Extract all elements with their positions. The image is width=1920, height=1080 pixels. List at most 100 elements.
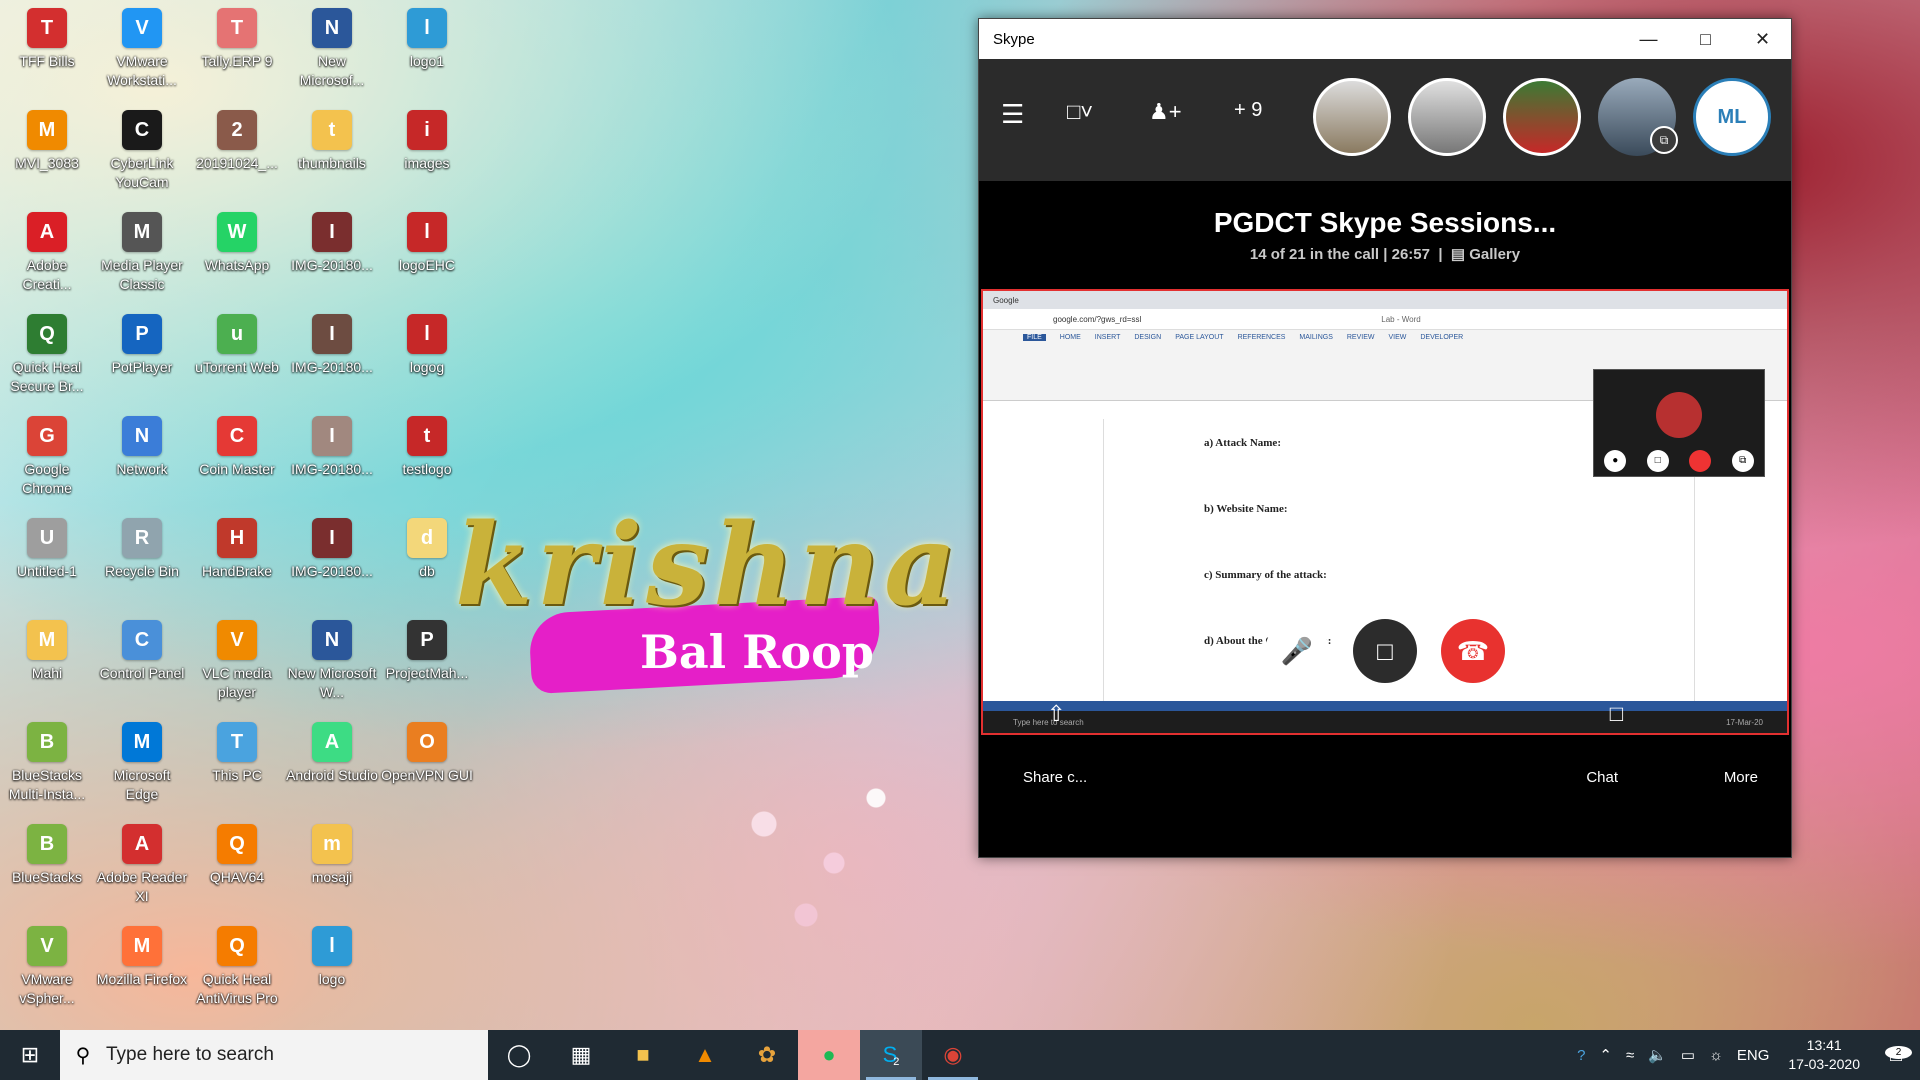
share-button[interactable]: Share c... — [1023, 769, 1087, 786]
share-icon[interactable]: ⇧ — [1047, 701, 1065, 727]
desktop-icon[interactable]: T This PC — [191, 718, 283, 814]
desktop-icon[interactable]: I IMG-20180... — [286, 310, 378, 406]
start-button[interactable]: ⊞ — [0, 1030, 60, 1080]
screen-layout-icon[interactable]: □˅ — [1067, 99, 1093, 125]
view-mode-label[interactable]: Gallery — [1469, 246, 1520, 263]
desktop-icon[interactable]: u uTorrent Web — [191, 310, 283, 406]
desktop-icon[interactable]: l logoEHC — [381, 208, 473, 304]
desktop-icon[interactable]: t testlogo — [381, 412, 473, 508]
desktop-icon[interactable]: Q Quick Heal Secure Br... — [1, 310, 93, 406]
pip-end-call-icon[interactable] — [1689, 450, 1712, 472]
chrome-taskbar-button[interactable]: ◉ — [922, 1030, 984, 1080]
participant-initials-avatar[interactable]: ML — [1693, 78, 1771, 156]
maximize-icon[interactable]: □ — [1677, 19, 1734, 59]
desktop-icon[interactable]: V VMware Workstati... — [96, 4, 188, 100]
battery-icon[interactable]: ▭ — [1674, 1046, 1702, 1064]
desktop-icon[interactable]: M Mozilla Firefox — [96, 922, 188, 1018]
desktop-icon[interactable]: U Untitled-1 — [1, 514, 93, 610]
app-taskbar-button[interactable]: ✿ — [736, 1030, 798, 1080]
participant-avatar[interactable] — [1408, 78, 1486, 156]
desktop-icon[interactable]: M MVI_3083 — [1, 106, 93, 202]
clock[interactable]: 13:41 17-03-2020 — [1776, 1036, 1872, 1074]
switch-camera-icon[interactable]: ⧉ — [1650, 126, 1678, 154]
action-center-button[interactable]: □ 2 — [1872, 1044, 1920, 1067]
skype-taskbar-button[interactable]: S 2 — [860, 1030, 922, 1080]
spotify-taskbar-button[interactable]: ● — [798, 1030, 860, 1080]
volume-icon[interactable]: 🔈 — [1641, 1046, 1674, 1064]
skype-window[interactable]: Skype — □ ✕ ☰ □˅ ♟+ + 9 ⧉ ML PGDCT Skype… — [978, 18, 1792, 858]
desktop-icon[interactable]: m mosaji — [286, 820, 378, 916]
wifi-icon[interactable]: ≈ — [1619, 1047, 1641, 1064]
desktop-icon[interactable]: 2 20191024_... — [191, 106, 283, 202]
chat-button[interactable]: Chat — [1586, 769, 1618, 786]
more-button[interactable]: More — [1724, 769, 1758, 786]
chrome-icon: G — [27, 416, 67, 456]
close-icon[interactable]: ✕ — [1734, 19, 1791, 59]
desktop-icon[interactable]: M Microsoft Edge — [96, 718, 188, 814]
desktop-icon[interactable]: l logog — [381, 310, 473, 406]
desktop-icon[interactable]: Q Quick Heal AntiVirus Pro — [191, 922, 283, 1018]
desktop-icon[interactable]: d db — [381, 514, 473, 610]
desktop-icon[interactable]: Q QHAV64 — [191, 820, 283, 916]
desktop-icon[interactable]: l logo — [286, 922, 378, 1018]
desktop-icon[interactable]: i images — [381, 106, 473, 202]
desktop-icon[interactable]: M Media Player Classic — [96, 208, 188, 304]
desktop-icon[interactable]: C CyberLink YouCam — [96, 106, 188, 202]
desktop-icon[interactable]: W WhatsApp — [191, 208, 283, 304]
desktop-icon[interactable]: G Google Chrome — [1, 412, 93, 508]
desktop-icon[interactable]: N Network — [96, 412, 188, 508]
desktop-icon[interactable]: I IMG-20180... — [286, 208, 378, 304]
desktop-icon[interactable]: I IMG-20180... — [286, 514, 378, 610]
help-icon[interactable]: ? — [1570, 1047, 1592, 1064]
end-call-button[interactable]: ☎ — [1441, 619, 1505, 683]
chevron-up-icon[interactable]: ⌃ — [1592, 1046, 1619, 1064]
desktop-icon[interactable]: B BlueStacks — [1, 820, 93, 916]
microphone-button[interactable]: 🎤 — [1265, 619, 1329, 683]
gallery-icon[interactable]: ▤ — [1451, 246, 1465, 263]
taskbar-search-box[interactable]: ⚲ Type here to search — [60, 1030, 488, 1080]
pip-camera-icon[interactable]: □ — [1646, 450, 1669, 472]
desktop-icon[interactable]: V VLC media player — [191, 616, 283, 712]
desktop-icon-label: Google Chrome — [22, 461, 72, 496]
desktop-icon[interactable]: P ProjectMah... — [381, 616, 473, 712]
desktop-icon[interactable]: I IMG-20180... — [286, 412, 378, 508]
desktop-icon[interactable]: t thumbnails — [286, 106, 378, 202]
desktop-icon[interactable]: T Tally.ERP 9 — [191, 4, 283, 100]
cortana-button[interactable]: ◯ — [488, 1030, 550, 1080]
minimize-icon[interactable]: — — [1620, 19, 1677, 59]
desktop-icon[interactable]: C Control Panel — [96, 616, 188, 712]
desktop-icon[interactable]: l logo1 — [381, 4, 473, 100]
file-explorer-button[interactable]: ■ — [612, 1030, 674, 1080]
skype-titlebar[interactable]: Skype — □ ✕ — [979, 19, 1791, 59]
desktop-icon[interactable]: R Recycle Bin — [96, 514, 188, 610]
hamburger-menu-icon[interactable]: ☰ — [1001, 99, 1024, 130]
desktop-icon[interactable]: N New Microsof... — [286, 4, 378, 100]
desktop-icon[interactable]: H HandBrake — [191, 514, 283, 610]
desktop-icon[interactable]: O OpenVPN GUI — [381, 718, 473, 814]
participant-avatar[interactable] — [1313, 78, 1391, 156]
self-preview-window[interactable]: ● □ ⧉ — [1593, 369, 1765, 477]
participant-avatar-self[interactable]: ⧉ — [1598, 78, 1678, 156]
network-globe-icon[interactable]: ☼ — [1702, 1047, 1730, 1064]
desktop-icon[interactable]: B BlueStacks Multi-Insta... — [1, 718, 93, 814]
desktop-icon[interactable]: C Coin Master — [191, 412, 283, 508]
desktop-icon[interactable]: V VMware vSpher... — [1, 922, 93, 1018]
task-view-button[interactable]: ▦ — [550, 1030, 612, 1080]
desktop-icon[interactable]: A Android Studio — [286, 718, 378, 814]
desktop-icon[interactable]: T TFF Bills — [1, 4, 93, 100]
desktop-icon[interactable]: N New Microsoft W... — [286, 616, 378, 712]
chat-icon[interactable]: □ — [1610, 701, 1623, 727]
language-indicator[interactable]: ENG — [1730, 1047, 1777, 1064]
video-off-button[interactable]: □ — [1353, 619, 1417, 683]
add-participant-icon[interactable]: ♟+ — [1149, 99, 1182, 125]
desktop-icon[interactable]: M Mahi — [1, 616, 93, 712]
participant-avatar[interactable] — [1503, 78, 1581, 156]
more-participants-count[interactable]: + 9 — [1234, 99, 1262, 122]
desktop-icon-label: mosaji — [311, 869, 353, 885]
desktop-icon[interactable]: A Adobe Reader XI — [96, 820, 188, 916]
pip-expand-icon[interactable]: ⧉ — [1731, 450, 1754, 472]
pip-mic-icon[interactable]: ● — [1604, 450, 1627, 472]
vlc-taskbar-button[interactable]: ▲ — [674, 1030, 736, 1080]
desktop-icon[interactable]: A Adobe Creati... — [1, 208, 93, 304]
desktop-icon[interactable]: P PotPlayer — [96, 310, 188, 406]
